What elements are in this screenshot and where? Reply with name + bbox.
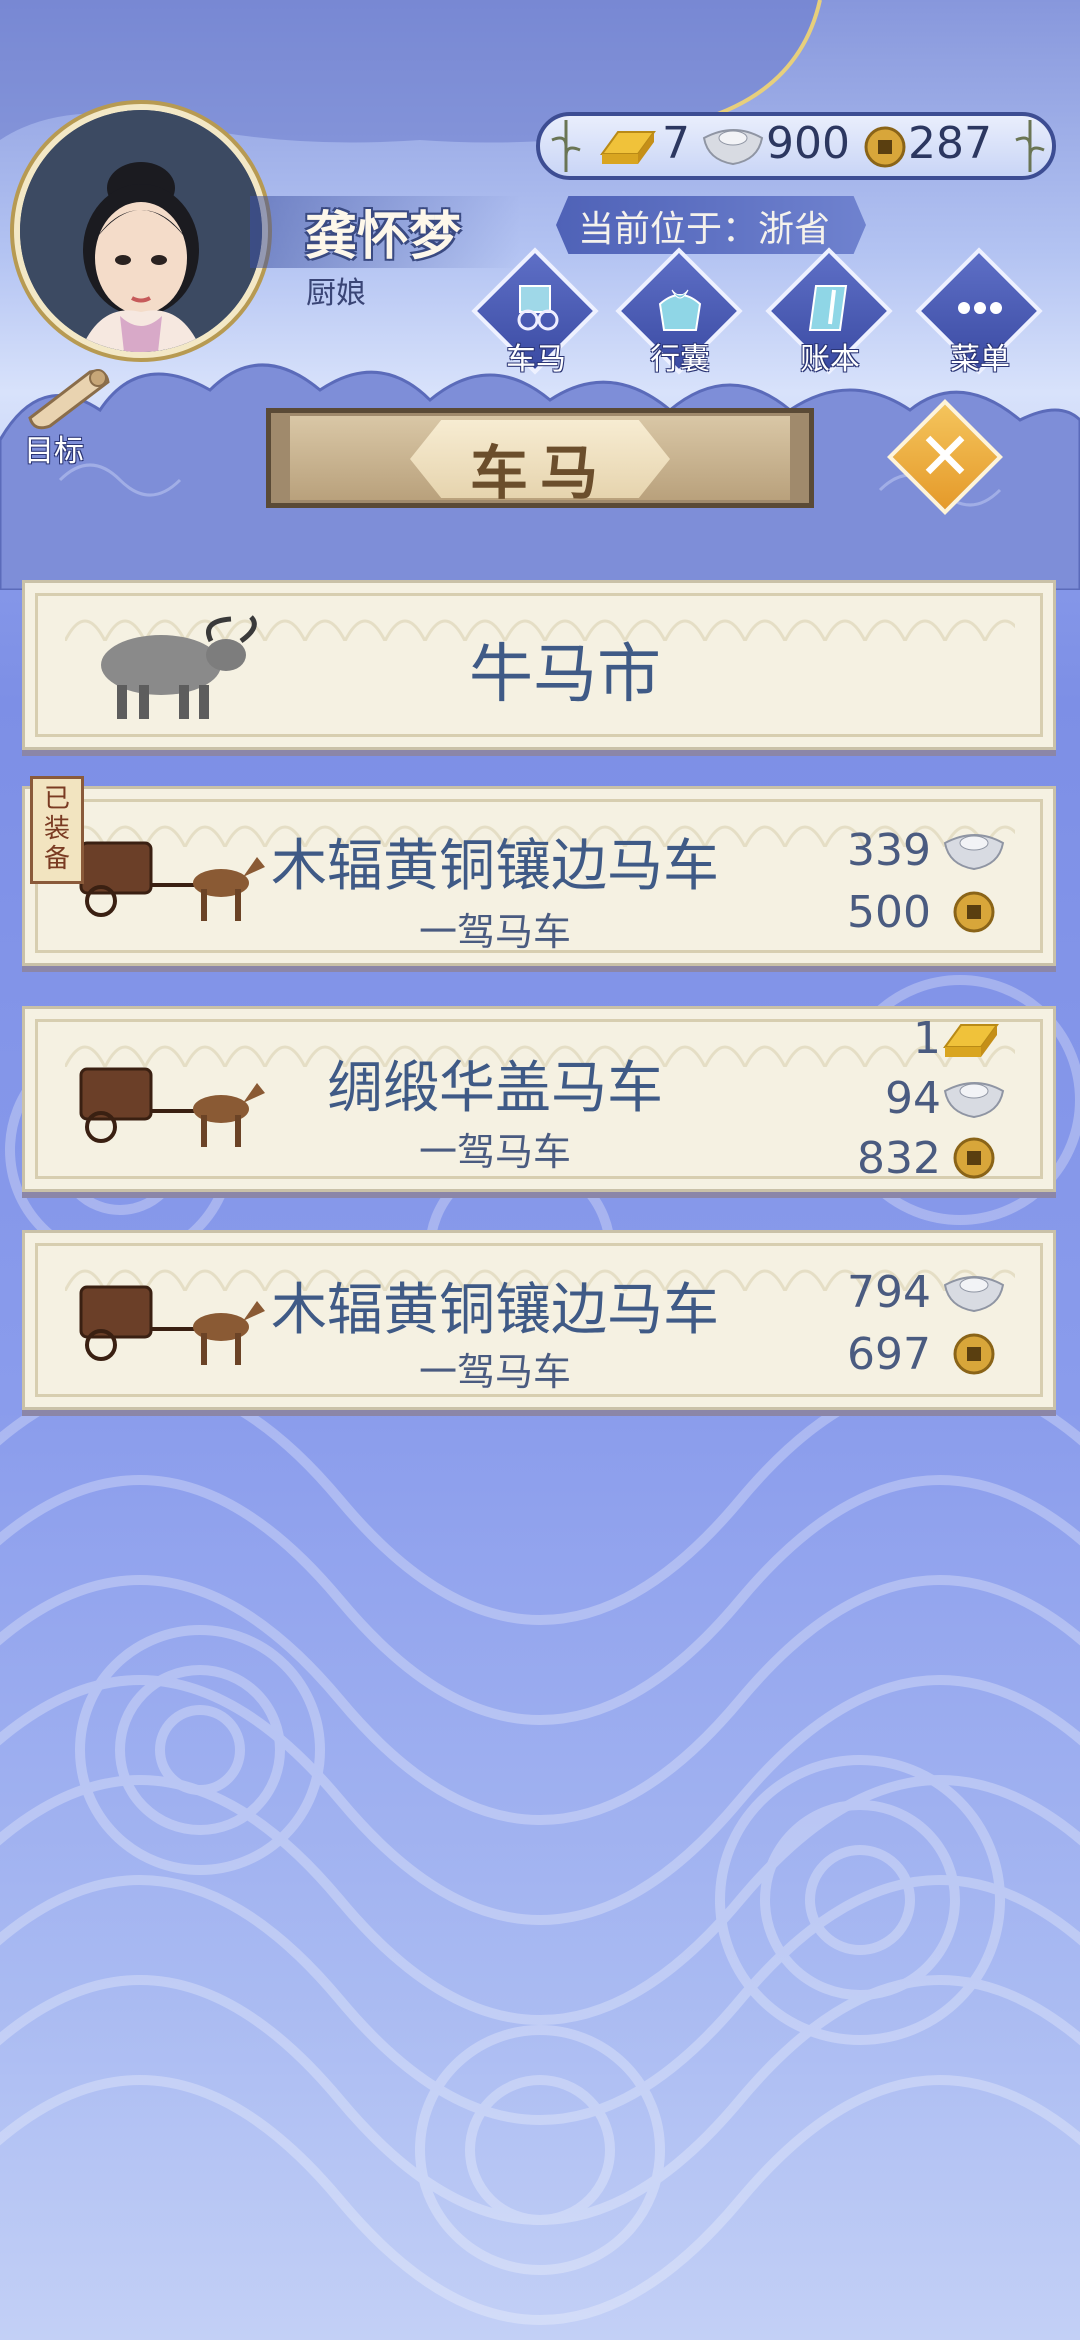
copper-coin-icon <box>864 126 906 168</box>
nav-menu-label: 菜单 <box>950 342 1010 377</box>
carriage-2-name: 绸缎华盖马车 <box>327 1056 663 1121</box>
silver-ingot-icon <box>943 1082 1005 1119</box>
nav-bundle-button[interactable]: 行囊 <box>615 247 743 378</box>
copper-coin-icon <box>953 1333 995 1375</box>
player-avatar[interactable] <box>14 104 268 358</box>
ledger-icon <box>808 285 848 331</box>
cattle-market-card[interactable]: 牛马市 <box>22 580 1056 750</box>
location-text: 当前位于：浙省 <box>578 209 831 250</box>
goal-label[interactable]: 目标 <box>24 426 84 470</box>
carriage-1-type: 一驾马车 <box>418 910 571 954</box>
silver-ingot-icon <box>702 129 764 166</box>
carriage-1-coin-price: 500 <box>847 887 931 938</box>
equipped-label: 已 装 备 <box>43 784 70 874</box>
coin-amount: 287 <box>908 118 992 169</box>
carriage-card-1[interactable]: 木辐黄铜镶边马车 一驾马车 339 500 <box>22 786 1056 966</box>
carriage-2-gold-price: 1 <box>913 1013 941 1064</box>
portrait-image <box>20 110 262 352</box>
player-role: 厨娘 <box>306 276 366 311</box>
bamboo-left-icon <box>551 120 581 172</box>
copper-coin-icon <box>953 891 995 933</box>
carriage-2-type: 一驾马车 <box>418 1130 571 1174</box>
carriage-3-name: 木辐黄铜镶边马车 <box>271 1278 719 1343</box>
gold-ingot-icon <box>600 131 656 164</box>
silver-ingot-icon <box>943 834 1005 871</box>
carriage-1-silver-price: 339 <box>847 825 931 876</box>
scroll-icon[interactable] <box>20 364 116 434</box>
gold-ingot-icon <box>943 1024 999 1057</box>
nav-ledger-label: 账本 <box>800 342 860 377</box>
bundle-icon <box>658 289 702 331</box>
silver-amount: 900 <box>766 118 850 169</box>
carriage-2-coin-price: 832 <box>857 1133 941 1184</box>
player-name: 龚怀梦 <box>305 207 462 267</box>
carriage-3-coin-price: 697 <box>847 1329 931 1380</box>
nav-carriage-button[interactable]: 车马 <box>471 247 599 378</box>
silver-ingot-icon <box>943 1276 1005 1313</box>
carriage-icon <box>517 285 559 331</box>
carriage-1-name: 木辐黄铜镶边马车 <box>271 834 719 899</box>
water-buffalo-image <box>101 615 257 719</box>
carriage-3-silver-price: 794 <box>847 1267 931 1318</box>
carriage-2-silver-price: 94 <box>885 1073 941 1124</box>
bamboo-right-icon <box>1015 120 1045 172</box>
nav-ledger-button[interactable]: 账本 <box>765 247 893 378</box>
copper-coin-icon <box>953 1137 995 1179</box>
nav-menu-button[interactable]: 菜单 <box>915 247 1043 378</box>
nav-bundle-label: 行囊 <box>650 342 710 377</box>
carriage-card-2[interactable]: 绸缎华盖马车 一驾马车 1 94 832 <box>22 1006 1056 1192</box>
gold-amount: 7 <box>662 118 690 169</box>
panel-title: 车马 <box>469 439 610 507</box>
menu-icon <box>958 302 1002 314</box>
close-icon[interactable]: ✕ <box>904 416 986 498</box>
carriage-card-3[interactable]: 木辐黄铜镶边马车 一驾马车 794 697 <box>22 1230 1056 1410</box>
carriage-3-type: 一驾马车 <box>418 1350 571 1394</box>
cattle-market-label: 牛马市 <box>469 638 661 712</box>
nav-carriage-label: 车马 <box>506 342 566 377</box>
